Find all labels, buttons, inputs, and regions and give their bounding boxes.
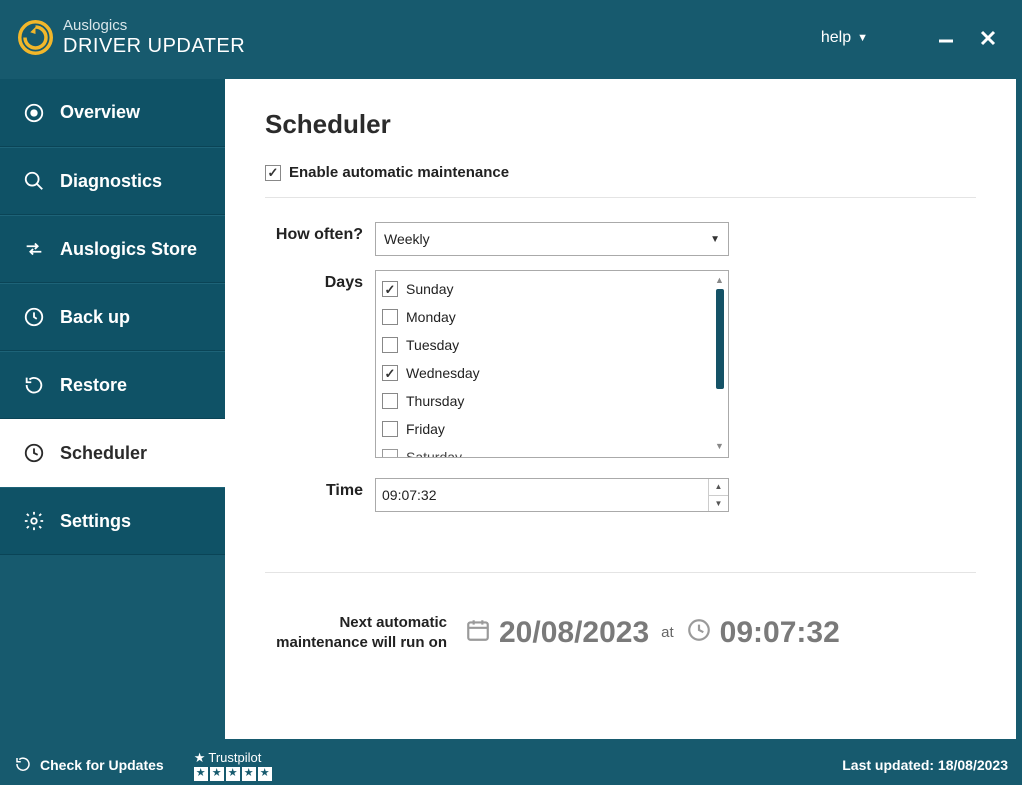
refresh-icon	[14, 755, 32, 776]
sidebar: Overview Diagnostics Auslogics Store Bac…	[0, 75, 225, 745]
day-row: Thursday	[382, 387, 722, 415]
day-label: Friday	[406, 421, 445, 437]
day-row: Saturday	[382, 443, 722, 458]
app-brand-bottom: DRIVER UPDATER	[63, 35, 245, 57]
app-window: Auslogics DRIVER UPDATER help ▼ Overview	[0, 0, 1022, 785]
body: Overview Diagnostics Auslogics Store Bac…	[0, 75, 1022, 745]
day-checkbox-wednesday[interactable]	[382, 365, 398, 381]
sidebar-item-label: Diagnostics	[60, 171, 162, 192]
time-input[interactable]: 09:07:32 ▲ ▼	[375, 478, 729, 512]
sidebar-item-label: Settings	[60, 511, 131, 532]
day-label: Thursday	[406, 393, 464, 409]
help-label: help	[821, 29, 851, 47]
sidebar-item-label: Scheduler	[60, 443, 147, 464]
day-label: Saturday	[406, 449, 462, 458]
enable-auto-maintenance-checkbox[interactable]	[265, 165, 281, 181]
next-run-at: at	[661, 624, 674, 641]
sidebar-item-store[interactable]: Auslogics Store	[0, 215, 225, 283]
star-icon: ★	[194, 750, 206, 766]
star-icon: ★	[210, 767, 224, 781]
day-label: Monday	[406, 309, 456, 325]
chevron-down-icon: ▼	[710, 234, 720, 245]
close-button[interactable]	[974, 24, 1002, 52]
titlebar: Auslogics DRIVER UPDATER help ▼	[0, 0, 1022, 75]
how-often-label: How often?	[265, 222, 375, 244]
spin-down-icon[interactable]: ▼	[709, 496, 728, 512]
sidebar-item-label: Auslogics Store	[60, 239, 197, 260]
last-updated-label: Last updated: 18/08/2023	[842, 757, 1008, 773]
search-icon	[22, 169, 46, 193]
enable-auto-maintenance-label: Enable automatic maintenance	[289, 164, 509, 181]
days-listbox[interactable]: Sunday Monday Tuesday Wednesday Thursday…	[375, 270, 729, 458]
how-often-select[interactable]: Weekly ▼	[375, 222, 729, 256]
app-name: Auslogics DRIVER UPDATER	[63, 18, 245, 57]
target-icon	[22, 101, 46, 125]
sidebar-item-label: Overview	[60, 102, 140, 123]
sidebar-item-label: Back up	[60, 307, 130, 328]
next-run-date: 20/08/2023	[499, 616, 649, 650]
sidebar-item-restore[interactable]: Restore	[0, 351, 225, 419]
gear-icon	[22, 509, 46, 533]
day-checkbox-monday[interactable]	[382, 309, 398, 325]
statusbar: Check for Updates ★ Trustpilot ★ ★ ★ ★ ★…	[0, 745, 1022, 785]
content: Scheduler Enable automatic maintenance H…	[225, 79, 1016, 739]
star-icon: ★	[242, 767, 256, 781]
scroll-down-icon[interactable]: ▼	[715, 441, 724, 453]
time-spinner: ▲ ▼	[708, 479, 728, 511]
star-icon: ★	[226, 767, 240, 781]
sidebar-item-diagnostics[interactable]: Diagnostics	[0, 147, 225, 215]
trustpilot-stars: ★ ★ ★ ★ ★	[194, 767, 272, 781]
days-label: Days	[265, 270, 375, 292]
day-label: Wednesday	[406, 365, 480, 381]
clock-icon	[22, 441, 46, 465]
trustpilot-label: ★ Trustpilot	[194, 750, 262, 766]
day-row: Monday	[382, 303, 722, 331]
day-checkbox-thursday[interactable]	[382, 393, 398, 409]
check-for-updates-button[interactable]: Check for Updates	[14, 755, 164, 776]
time-label: Time	[265, 478, 375, 500]
enable-auto-maintenance-row: Enable automatic maintenance	[265, 164, 976, 181]
scroll-up-icon[interactable]: ▲	[715, 275, 724, 287]
scroll-thumb[interactable]	[716, 289, 724, 389]
spin-up-icon[interactable]: ▲	[709, 479, 728, 496]
minimize-button[interactable]	[932, 24, 960, 52]
next-run-label: Next automatic maintenance will run on	[265, 613, 465, 652]
day-label: Tuesday	[406, 337, 459, 353]
clock-icon	[686, 617, 712, 648]
day-checkbox-sunday[interactable]	[382, 281, 398, 297]
swap-icon	[22, 237, 46, 261]
sidebar-item-backup[interactable]: Back up	[0, 283, 225, 351]
day-checkbox-friday[interactable]	[382, 421, 398, 437]
day-row: Tuesday	[382, 331, 722, 359]
day-row: Sunday	[382, 275, 722, 303]
app-logo-icon	[18, 20, 53, 55]
sidebar-item-label: Restore	[60, 375, 127, 396]
time-value: 09:07:32	[376, 479, 708, 511]
help-menu[interactable]: help ▼	[821, 29, 868, 47]
sidebar-item-scheduler[interactable]: Scheduler	[0, 419, 225, 487]
restore-icon	[22, 373, 46, 397]
how-often-value: Weekly	[384, 231, 430, 247]
app-brand-top: Auslogics	[63, 18, 245, 35]
days-scrollbar[interactable]: ▲ ▼	[714, 275, 725, 453]
day-row: Friday	[382, 415, 722, 443]
next-run-time: 09:07:32	[720, 616, 840, 650]
next-run-section: Next automatic maintenance will run on 2…	[265, 572, 976, 652]
page-title: Scheduler	[265, 109, 976, 140]
divider	[265, 197, 976, 198]
star-icon: ★	[258, 767, 272, 781]
day-row: Wednesday	[382, 359, 722, 387]
calendar-icon	[465, 617, 491, 648]
day-checkbox-tuesday[interactable]	[382, 337, 398, 353]
check-for-updates-label: Check for Updates	[40, 757, 164, 773]
backup-icon	[22, 305, 46, 329]
sidebar-item-settings[interactable]: Settings	[0, 487, 225, 555]
star-icon: ★	[194, 767, 208, 781]
trustpilot-badge[interactable]: ★ Trustpilot ★ ★ ★ ★ ★	[194, 750, 272, 781]
day-label: Sunday	[406, 281, 453, 297]
day-checkbox-saturday[interactable]	[382, 449, 398, 458]
sidebar-item-overview[interactable]: Overview	[0, 79, 225, 147]
chevron-down-icon: ▼	[857, 32, 868, 44]
